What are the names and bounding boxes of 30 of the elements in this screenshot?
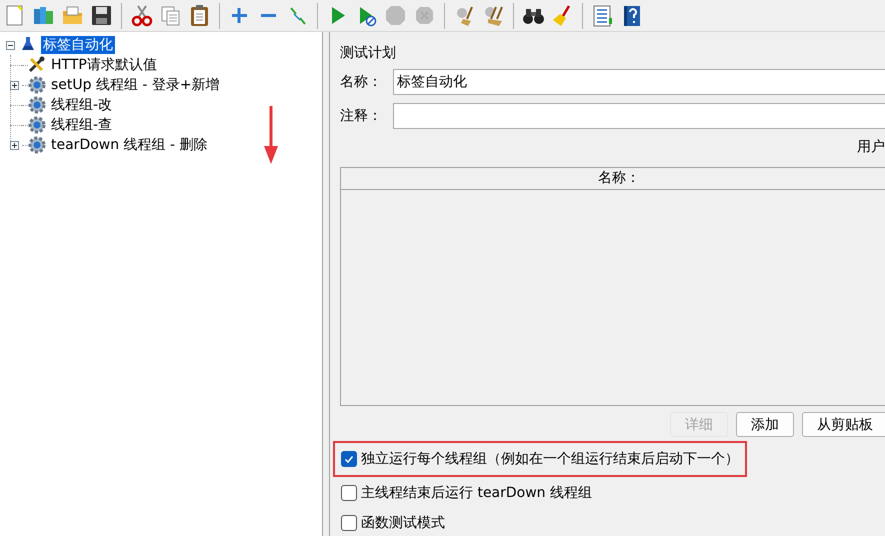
wrench-screwdriver-icon (28, 56, 46, 74)
checkbox[interactable] (341, 515, 357, 531)
gear-icon (28, 96, 46, 114)
action-button[interactable]: 添加 (736, 412, 794, 437)
expand-icon[interactable] (10, 140, 19, 150)
gear-icon (28, 116, 46, 134)
field-label: 注释： (340, 107, 383, 125)
tree-item[interactable]: 线程组-改 (49, 96, 114, 114)
tree-item[interactable]: setUp 线程组 - 登录+新增 (49, 76, 222, 94)
tree-item[interactable]: 标签自动化 (41, 36, 115, 54)
checkbox-label: 函数测试模式 (361, 514, 445, 532)
column-header[interactable]: 名称： (341, 168, 885, 189)
text-field[interactable]: 标签自动化 (393, 69, 885, 95)
gear-icon (28, 136, 46, 154)
checkbox[interactable] (341, 485, 357, 501)
text-field[interactable] (393, 103, 885, 129)
action-button[interactable]: 从剪贴板 (802, 412, 885, 437)
checkbox-label: 主线程结束后运行 tearDown 线程组 (361, 484, 592, 502)
section-label: 用户 (856, 138, 885, 157)
tree-item[interactable]: 线程组-查 (49, 116, 114, 134)
panel-title: 测试计划 (340, 44, 397, 63)
expand-icon[interactable] (10, 80, 19, 90)
tree-item[interactable]: tearDown 线程组 - 删除 (49, 136, 210, 154)
checkbox[interactable] (341, 451, 357, 467)
checkbox-label: 独立运行每个线程组（例如在一个组运行结束后启动下一个） (361, 450, 739, 468)
gear-icon (28, 76, 46, 94)
annotation-arrow (264, 106, 278, 164)
collapse-icon[interactable] (6, 40, 14, 50)
tree-item[interactable]: HTTP请求默认值 (49, 56, 159, 74)
field-label: 名称： (340, 73, 383, 91)
